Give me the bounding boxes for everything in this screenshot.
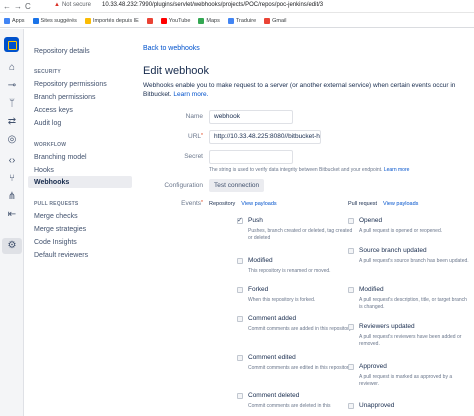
sidebar-item-audit-log[interactable]: Audit log: [34, 119, 61, 128]
branches-icon[interactable]: ᛘ: [5, 98, 19, 110]
page-description: Webhooks enable you to make request to a…: [143, 81, 473, 99]
url-input[interactable]: http://10.33.48.225:8080//bitbucket-hc: [209, 130, 321, 144]
youtube-icon: [160, 17, 167, 24]
address-bar: ← → C ▲ Not secure 10.33.48.232:7990/plu…: [0, 0, 474, 13]
secret-learn-more-link[interactable]: Learn more: [384, 167, 410, 173]
commits-icon[interactable]: ⊸: [5, 80, 19, 92]
required-icon: *: [201, 133, 203, 139]
sidebar-heading-pull-requests: PULL REQUESTS: [34, 201, 79, 207]
checkbox[interactable]: [237, 216, 243, 224]
checkbox[interactable]: [348, 218, 354, 224]
translate-icon: [227, 17, 234, 24]
warning-icon: ▲: [54, 2, 60, 8]
bitbucket-logo-icon[interactable]: [4, 37, 19, 52]
sidebar-item-branch-permissions[interactable]: Branch permissions: [34, 93, 95, 102]
sidebar-item-merge-checks[interactable]: Merge checks: [34, 212, 78, 221]
sidebar-item-repository-details[interactable]: Repository details: [34, 47, 90, 56]
sidebar-item-merge-strategies[interactable]: Merge strategies: [34, 225, 86, 234]
checkbox[interactable]: [348, 403, 354, 409]
bookmark-maps[interactable]: Maps: [198, 17, 220, 24]
checkbox[interactable]: [348, 287, 354, 293]
pull-request-column-head: Pull request View payloads: [348, 201, 419, 207]
bookmark-ie[interactable]: Importés depuis IE: [84, 17, 139, 24]
sidebar-item-hooks[interactable]: Hooks: [34, 166, 54, 175]
checkbox[interactable]: [237, 287, 243, 293]
main-content: Back to webhooks Edit webhook Webhooks e…: [132, 29, 474, 416]
checkbox[interactable]: [237, 316, 243, 322]
merge-icon[interactable]: ⇤: [5, 209, 19, 221]
bookmark-youtube[interactable]: YouTube: [160, 17, 190, 24]
checkbox[interactable]: [348, 364, 354, 370]
name-label: Name: [185, 113, 203, 120]
bookmark-icon: [32, 17, 39, 24]
pull-requests-icon[interactable]: ⇄: [5, 116, 19, 128]
reload-icon[interactable]: C: [25, 1, 31, 12]
url-label: URL*: [188, 133, 203, 140]
url-text[interactable]: 10.33.48.232:7990/plugins/servlet/webhoo…: [102, 2, 323, 8]
learn-more-link[interactable]: Learn more.: [173, 91, 208, 98]
sidebar-heading-security: SECURITY: [34, 69, 61, 75]
configuration-label: Configuration: [164, 182, 203, 189]
secret-input[interactable]: [209, 150, 293, 164]
folder-icon: [84, 17, 91, 24]
builds-icon[interactable]: ◎: [5, 134, 19, 146]
bookmark-gmail-red[interactable]: [146, 17, 153, 24]
page-title: Edit webhook: [143, 65, 210, 77]
bookmark-gmail[interactable]: Gmail: [264, 17, 287, 24]
checkbox[interactable]: [237, 393, 243, 399]
settings-sidebar: Repository details SECURITY Repository p…: [24, 29, 132, 416]
sidebar-item-webhooks[interactable]: Webhooks: [34, 178, 69, 187]
sidebar-item-default-reviewers[interactable]: Default reviewers: [34, 251, 88, 260]
bookmarks-bar: Apps Sites suggérés Importés depuis IE Y…: [0, 14, 474, 28]
sidebar-item-repository-permissions[interactable]: Repository permissions: [34, 80, 107, 89]
repository-view-payloads-link[interactable]: View payloads: [241, 201, 276, 207]
required-icon: *: [201, 200, 203, 206]
events-label: Events*: [181, 200, 203, 207]
fork-icon[interactable]: ⑂: [5, 173, 19, 185]
apps-icon: [4, 17, 10, 24]
bookmark-sites[interactable]: Sites suggérés: [32, 17, 77, 24]
checkbox[interactable]: [348, 248, 354, 254]
maps-icon: [198, 17, 205, 24]
test-connection-button[interactable]: Test connection: [209, 179, 265, 192]
source-icon[interactable]: ⌂: [5, 62, 19, 74]
checkbox[interactable]: [237, 355, 243, 361]
back-arrow-icon[interactable]: ←: [3, 1, 11, 12]
sidebar-item-branching-model[interactable]: Branching model: [34, 153, 87, 162]
gmail-icon: [264, 17, 271, 24]
compare-icon[interactable]: ⋔: [5, 191, 19, 203]
global-nav-rail: ⌂ ⊸ ᛘ ⇄ ◎ ‹› ⑂ ⋔ ⇤ ⚙: [0, 29, 24, 416]
bookmark-apps[interactable]: Apps: [4, 17, 25, 24]
pull-request-view-payloads-link[interactable]: View payloads: [383, 201, 418, 207]
mail-icon: [146, 17, 153, 24]
forward-arrow-icon[interactable]: →: [14, 1, 22, 12]
checkbox[interactable]: [348, 324, 354, 330]
sidebar-item-access-keys[interactable]: Access keys: [34, 106, 73, 115]
secret-hint: The string is used to verify data integr…: [209, 167, 410, 173]
checkbox[interactable]: [237, 258, 243, 264]
settings-gear-icon[interactable]: ⚙: [5, 240, 19, 252]
code-icon[interactable]: ‹›: [5, 155, 19, 167]
sidebar-item-code-insights[interactable]: Code Insights: [34, 238, 77, 247]
not-secure-label: Not secure: [61, 2, 91, 8]
repository-column-head: Repository View payloads: [209, 201, 277, 207]
sidebar-heading-workflow: WORKFLOW: [34, 142, 67, 148]
bookmark-translate[interactable]: Traduire: [227, 17, 256, 24]
name-input[interactable]: webhook: [209, 110, 293, 124]
back-to-webhooks-link[interactable]: Back to webhooks: [143, 45, 200, 52]
secret-label: Secret: [184, 153, 203, 160]
security-indicator[interactable]: ▲ Not secure: [54, 2, 91, 8]
